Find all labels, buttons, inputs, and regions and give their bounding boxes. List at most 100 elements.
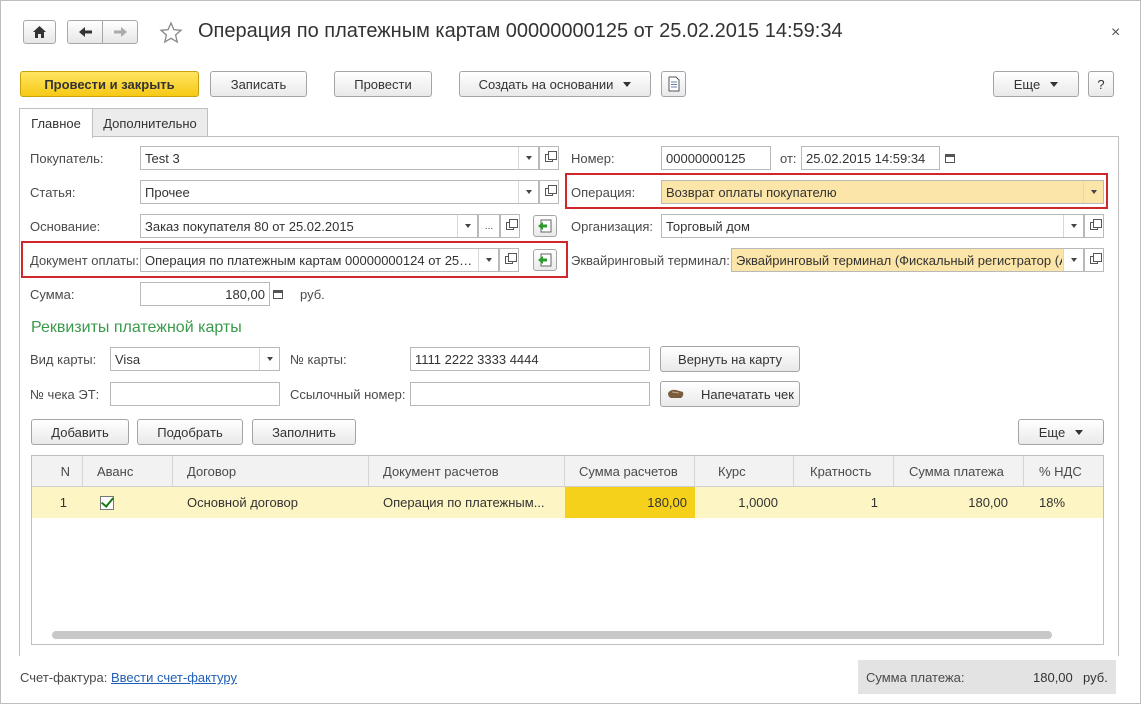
basis-value: Заказ покупателя 80 от 25.02.2015 bbox=[145, 218, 354, 234]
post-button[interactable]: Провести bbox=[334, 71, 432, 97]
ref-number-field[interactable] bbox=[410, 382, 650, 406]
sum-field[interactable]: 180,00 bbox=[140, 282, 270, 306]
operation-field[interactable]: Возврат оплаты покупателю bbox=[661, 180, 1104, 204]
org-field[interactable]: Торговый дом bbox=[661, 214, 1084, 238]
open-icon bbox=[1090, 219, 1102, 230]
article-field[interactable]: Прочее bbox=[140, 180, 539, 204]
help-button[interactable]: ? bbox=[1088, 71, 1114, 97]
scrollbar-thumb[interactable] bbox=[52, 631, 1052, 639]
print-receipt-button[interactable]: Напечатать чек bbox=[660, 381, 800, 407]
ref-number-label: Ссылочный номер: bbox=[290, 387, 406, 402]
date-value: 25.02.2015 14:59:34 bbox=[806, 150, 926, 166]
column-header[interactable]: Договор bbox=[173, 456, 369, 487]
table-more-button[interactable]: Еще bbox=[1018, 419, 1104, 445]
basis-open-button[interactable] bbox=[500, 214, 520, 238]
open-icon bbox=[545, 151, 557, 162]
table-header: N Аванс Договор Документ расчетов Сумма … bbox=[32, 456, 1103, 487]
return-to-card-button[interactable]: Вернуть на карту bbox=[660, 346, 800, 372]
chevron-down-icon[interactable] bbox=[457, 215, 477, 237]
chevron-down-icon[interactable] bbox=[518, 181, 538, 203]
total-label: Сумма платежа: bbox=[866, 670, 965, 685]
page-title: Операция по платежным картам 00000000125… bbox=[198, 20, 843, 42]
buyer-value: Test 3 bbox=[145, 150, 180, 166]
number-field[interactable]: 00000000125 bbox=[661, 146, 771, 170]
pick-button[interactable]: Подобрать bbox=[137, 419, 243, 445]
basis-label: Основание: bbox=[30, 219, 101, 234]
org-open-button[interactable] bbox=[1084, 214, 1104, 238]
terminal-open-button[interactable] bbox=[1084, 248, 1104, 272]
date-field[interactable]: 25.02.2015 14:59:34 bbox=[801, 146, 940, 170]
paydoc-field[interactable]: Операция по платежным картам 00000000124… bbox=[140, 248, 499, 272]
column-header[interactable]: Кратность bbox=[794, 456, 894, 487]
close-icon[interactable]: × bbox=[1111, 24, 1120, 42]
basis-field[interactable]: Заказ покупателя 80 от 25.02.2015 bbox=[140, 214, 478, 238]
terminal-value: Эквайринговый терминал (Фискальный регис… bbox=[736, 252, 1062, 268]
receipt-field[interactable] bbox=[110, 382, 280, 406]
payments-table[interactable]: N Аванс Договор Документ расчетов Сумма … bbox=[31, 455, 1104, 645]
fill-button[interactable]: Заполнить bbox=[252, 419, 356, 445]
back-button[interactable] bbox=[68, 21, 103, 43]
calendar-icon[interactable] bbox=[940, 146, 960, 170]
arrow-left-icon bbox=[79, 27, 92, 37]
post-and-close-button[interactable]: Провести и закрыть bbox=[20, 71, 199, 97]
date-label: от: bbox=[780, 151, 797, 166]
column-header[interactable]: N bbox=[32, 456, 83, 487]
chevron-down-icon[interactable] bbox=[259, 348, 279, 370]
add-row-button[interactable]: Добавить bbox=[31, 419, 129, 445]
chevron-down-icon[interactable] bbox=[1063, 215, 1083, 237]
more-button[interactable]: Еще bbox=[993, 71, 1079, 97]
save-button[interactable]: Записать bbox=[210, 71, 307, 97]
calculator-icon[interactable] bbox=[268, 282, 288, 306]
tab-main[interactable]: Главное bbox=[19, 108, 93, 138]
chevron-down-icon[interactable] bbox=[1083, 181, 1103, 203]
article-open-button[interactable] bbox=[539, 180, 559, 204]
open-icon bbox=[506, 219, 518, 230]
card-type-value: Visa bbox=[115, 351, 141, 367]
chevron-down-icon[interactable] bbox=[478, 249, 498, 271]
paydoc-open-button[interactable] bbox=[499, 248, 519, 272]
sum-label: Сумма: bbox=[30, 287, 75, 302]
card-type-field[interactable]: Visa bbox=[110, 347, 280, 371]
invoice-link[interactable]: Ввести счет-фактуру bbox=[111, 670, 237, 685]
buyer-open-button[interactable] bbox=[539, 146, 559, 170]
terminal-label: Эквайринговый терминал: bbox=[571, 253, 730, 268]
column-header[interactable]: Сумма платежа bbox=[894, 456, 1024, 487]
sum-value: 180,00 bbox=[225, 286, 265, 302]
forward-button[interactable] bbox=[103, 21, 138, 43]
terminal-field[interactable]: Эквайринговый терминал (Фискальный регис… bbox=[731, 248, 1084, 272]
create-based-on-button[interactable]: Создать на основании bbox=[459, 71, 651, 97]
org-label: Организация: bbox=[571, 219, 654, 234]
column-header[interactable]: Курс bbox=[695, 456, 794, 487]
operation-label: Операция: bbox=[571, 185, 636, 200]
save-label: Записать bbox=[230, 76, 287, 92]
basis-fill-button[interactable] bbox=[533, 215, 557, 237]
add-row-label: Добавить bbox=[51, 424, 109, 440]
buyer-label: Покупатель: bbox=[30, 151, 104, 166]
paydoc-fill-button[interactable] bbox=[533, 249, 557, 271]
horizontal-scrollbar[interactable] bbox=[40, 631, 1096, 640]
home-button[interactable] bbox=[23, 20, 56, 44]
article-value: Прочее bbox=[145, 184, 190, 200]
card-number-field[interactable]: 1111 2222 3333 4444 bbox=[410, 347, 650, 371]
chevron-down-icon[interactable] bbox=[518, 147, 538, 169]
settlement-sum-cell[interactable]: 180,00 bbox=[565, 487, 695, 518]
advance-checkbox[interactable] bbox=[100, 495, 114, 510]
favorite-star-icon[interactable] bbox=[159, 21, 183, 45]
column-header[interactable]: Сумма расчетов bbox=[565, 456, 695, 487]
total-value: 180,00 bbox=[1033, 670, 1073, 685]
column-header[interactable]: % НДС bbox=[1024, 456, 1103, 487]
pick-label: Подобрать bbox=[157, 424, 223, 440]
number-label: Номер: bbox=[571, 151, 615, 166]
invoice-label: Счет-фактура: bbox=[20, 670, 108, 685]
column-header[interactable]: Аванс bbox=[83, 456, 173, 487]
report-button[interactable] bbox=[661, 71, 686, 97]
org-value: Торговый дом bbox=[666, 218, 750, 234]
basis-select-button[interactable]: ... bbox=[478, 214, 500, 238]
chevron-down-icon[interactable] bbox=[1063, 249, 1083, 271]
table-row[interactable]: 1 Основной договор Операция по платежным… bbox=[32, 487, 1103, 518]
tab-additional[interactable]: Дополнительно bbox=[92, 108, 208, 137]
column-header[interactable]: Документ расчетов bbox=[369, 456, 565, 487]
buyer-field[interactable]: Test 3 bbox=[140, 146, 539, 170]
fill-from-icon bbox=[538, 253, 552, 267]
printer-icon bbox=[668, 389, 684, 398]
